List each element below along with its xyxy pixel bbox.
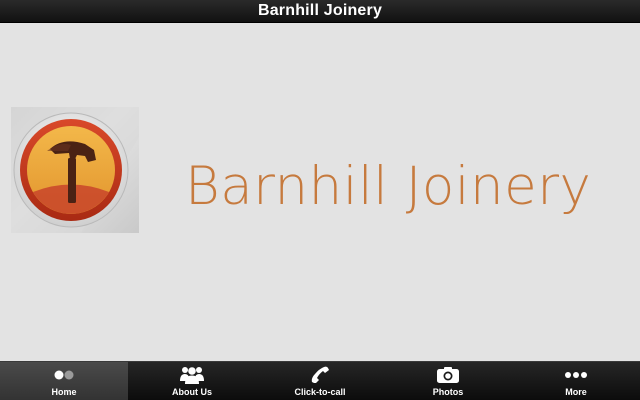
tab-about-us[interactable]: About Us — [128, 362, 256, 400]
tab-label: Photos — [432, 387, 464, 397]
page-title: Barnhill Joinery — [257, 2, 383, 19]
phone-icon — [309, 364, 331, 386]
tab-click-to-call[interactable]: Click-to-call — [256, 362, 384, 400]
tab-label: Home — [51, 387, 77, 397]
tab-label: Click-to-call — [294, 387, 346, 397]
title-bar: Barnhill Joinery — [0, 0, 640, 23]
camera-icon — [436, 364, 460, 386]
main-content: Barnhill Joinery — [0, 23, 640, 361]
tab-more[interactable]: More — [512, 362, 640, 400]
bottom-tab-bar: Home About Us Click-to-call Photos More — [0, 361, 640, 400]
logo — [11, 107, 139, 233]
people-icon — [180, 364, 204, 386]
dots-icon — [53, 364, 75, 386]
brand-name: Barnhill Joinery — [185, 156, 592, 217]
tab-label: About Us — [172, 387, 212, 397]
tab-photos[interactable]: Photos — [384, 362, 512, 400]
tab-home[interactable]: Home — [0, 362, 128, 400]
tab-label: More — [565, 387, 587, 397]
hammer-logo-icon — [11, 107, 139, 233]
more-dots-icon — [564, 364, 588, 386]
